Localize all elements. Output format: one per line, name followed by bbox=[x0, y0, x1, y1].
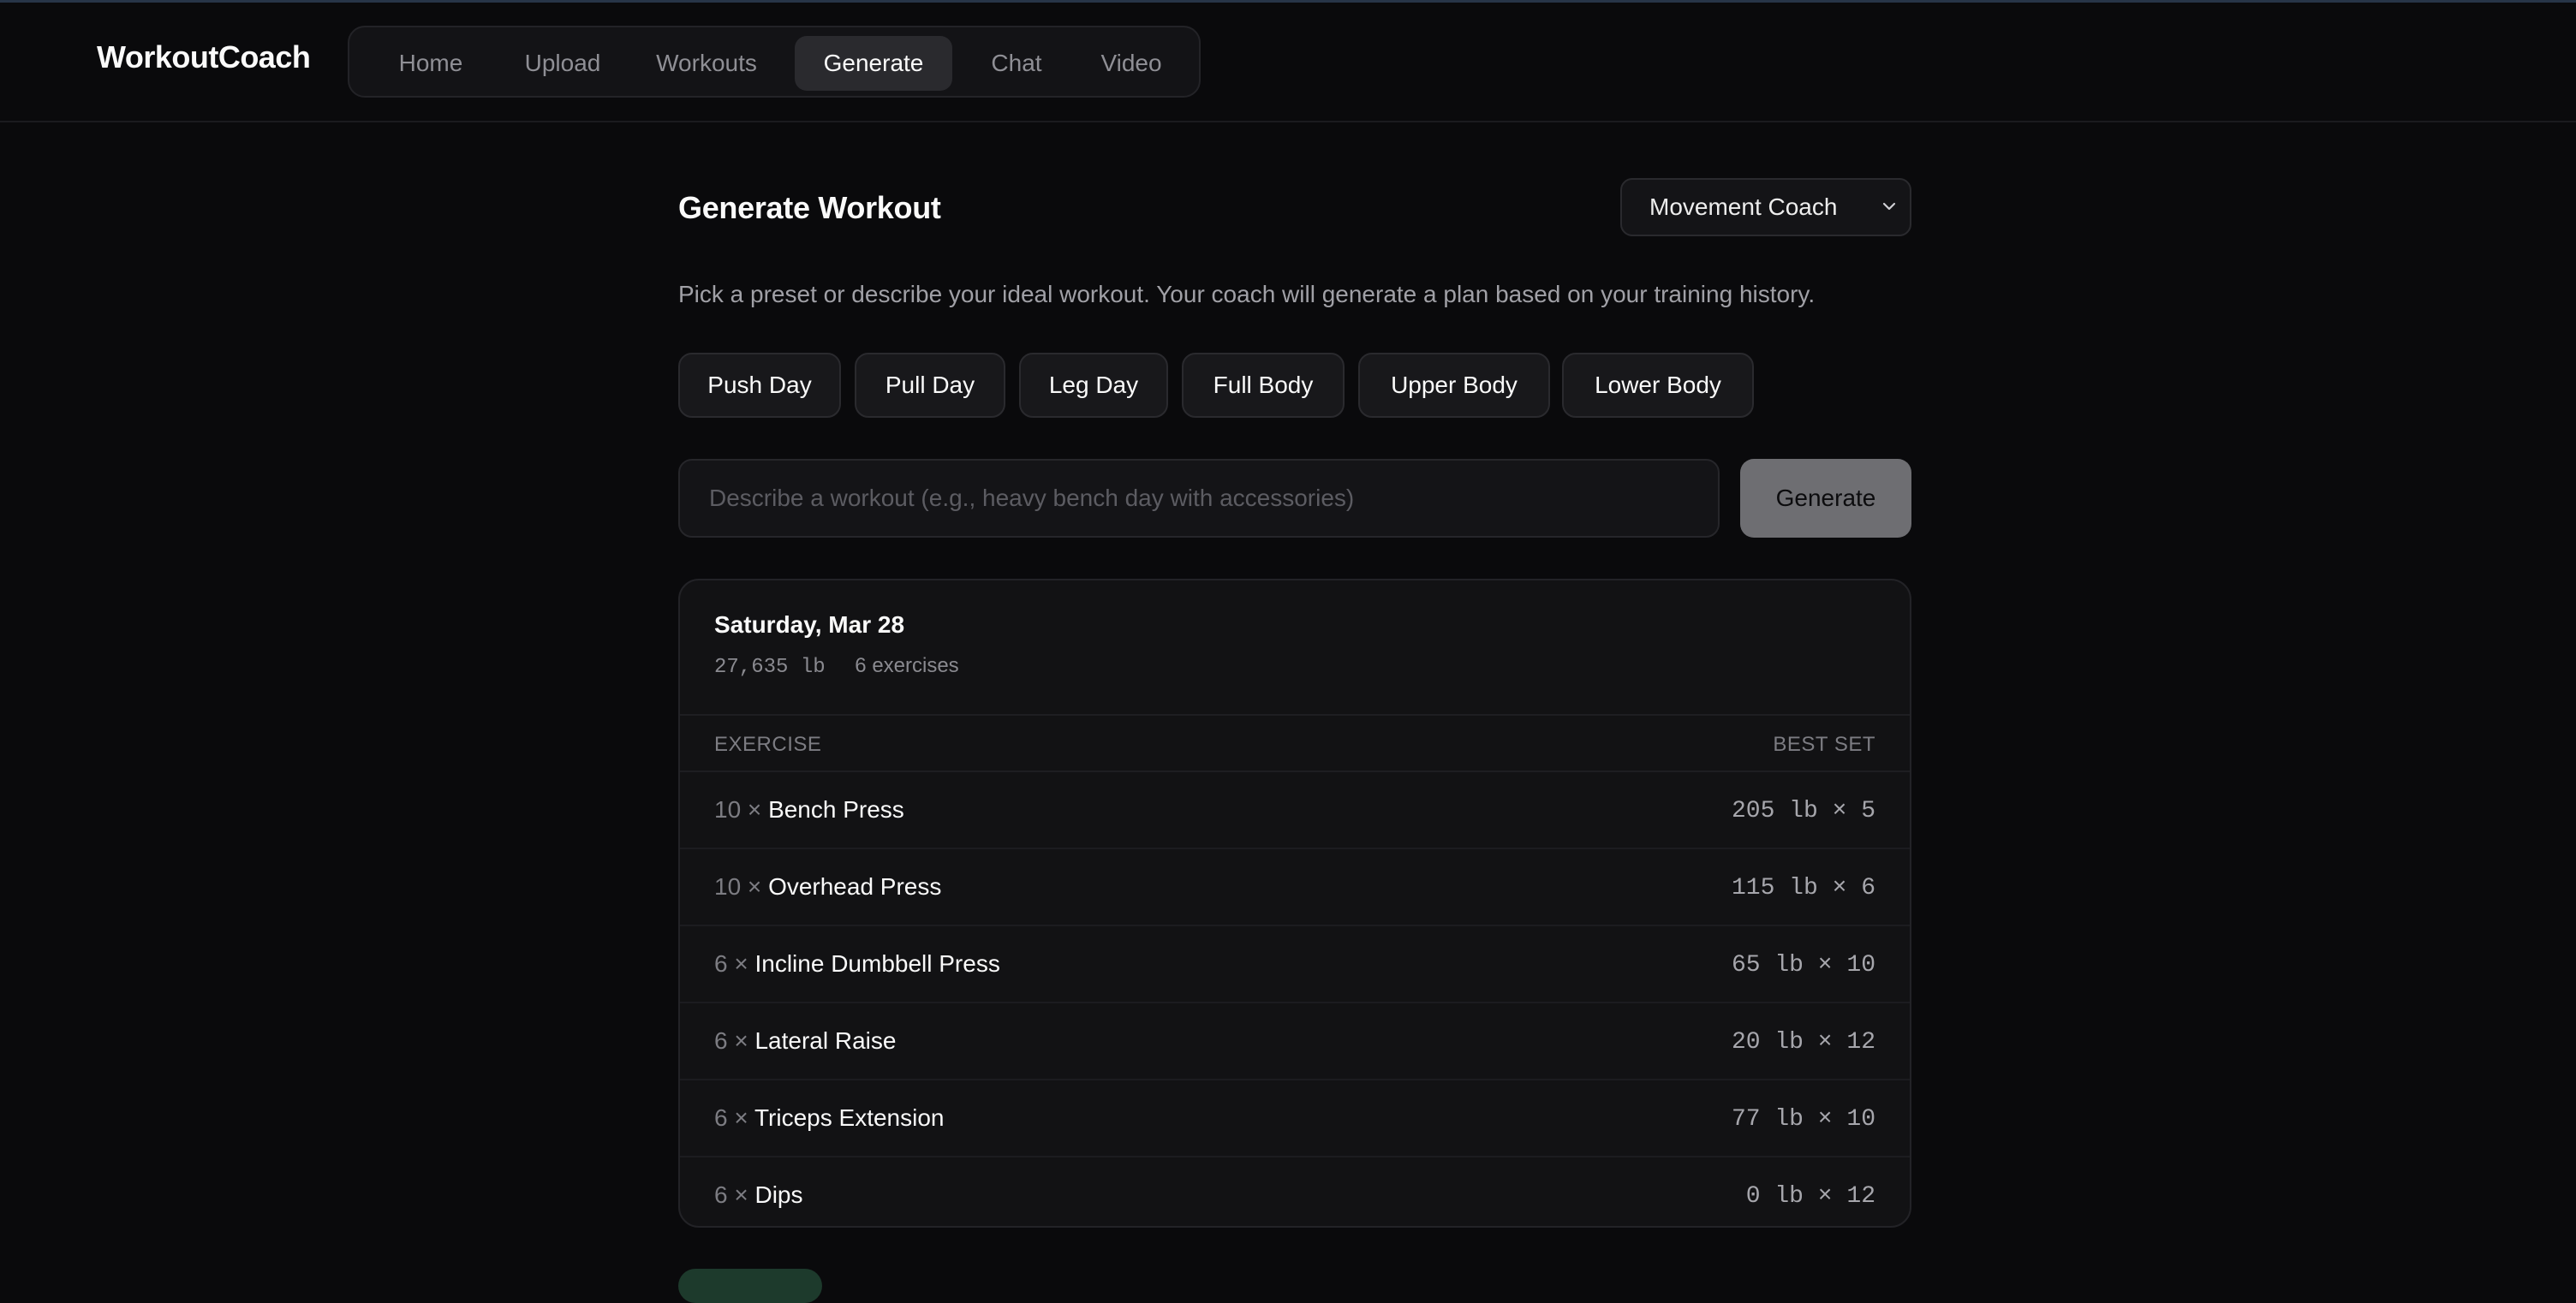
preset-leg-day[interactable]: Leg Day bbox=[1019, 353, 1168, 418]
set-count: 6 × bbox=[714, 1104, 748, 1131]
page-title: Generate Workout bbox=[678, 190, 941, 225]
table-row[interactable]: 6 × Triceps Extension 77 lb × 10 bbox=[680, 1080, 1910, 1157]
nav-item-chat[interactable]: Chat bbox=[963, 36, 1070, 91]
coach-select-value: Movement Coach bbox=[1649, 193, 1838, 220]
table-row[interactable]: 10 × Bench Press 205 lb × 5 bbox=[680, 772, 1910, 849]
exercise-name: Incline Dumbbell Press bbox=[754, 950, 1000, 977]
workout-volume: 27,635 lb bbox=[714, 656, 826, 679]
preset-lower-body[interactable]: Lower Body bbox=[1562, 353, 1754, 418]
workout-description-input[interactable] bbox=[678, 459, 1720, 538]
nav-item-workouts[interactable]: Workouts bbox=[629, 36, 784, 91]
generate-button[interactable]: Generate bbox=[1740, 459, 1911, 538]
chevron-down-icon bbox=[1881, 180, 1898, 256]
nav-item-video[interactable]: Video bbox=[1074, 36, 1189, 91]
workout-exercise-count: 6 exercises bbox=[855, 654, 959, 677]
table-row[interactable]: 6 × Lateral Raise 20 lb × 12 bbox=[680, 1003, 1910, 1080]
best-set: 0 lb × 12 bbox=[1745, 1183, 1875, 1210]
main-nav: Home Upload Workouts Generate Chat Video bbox=[348, 26, 1201, 98]
best-set: 77 lb × 10 bbox=[1731, 1106, 1875, 1133]
set-count: 10 × bbox=[714, 873, 762, 900]
exercise-table-header: EXERCISE BEST SET bbox=[680, 716, 1910, 772]
exercise-name: Lateral Raise bbox=[754, 1027, 897, 1054]
nav-item-home[interactable]: Home bbox=[365, 36, 497, 91]
coach-select[interactable]: Movement Coach bbox=[1620, 178, 1911, 236]
workout-date: Saturday, Mar 28 bbox=[714, 611, 905, 638]
exercise-name: Triceps Extension bbox=[754, 1104, 945, 1131]
column-header-best-set: BEST SET bbox=[1773, 733, 1875, 756]
workout-summary: 27,635 lb 6 exercises bbox=[714, 654, 959, 679]
workout-card: Saturday, Mar 28 27,635 lb 6 exercises E… bbox=[678, 579, 1911, 1228]
set-count: 10 × bbox=[714, 796, 762, 823]
best-set: 20 lb × 12 bbox=[1731, 1029, 1875, 1056]
exercise-name: Bench Press bbox=[768, 796, 904, 823]
exercise-name: Dips bbox=[754, 1181, 803, 1208]
preset-full-body[interactable]: Full Body bbox=[1182, 353, 1345, 418]
nav-item-generate[interactable]: Generate bbox=[795, 36, 952, 91]
page-description: Pick a preset or describe your ideal wor… bbox=[678, 281, 1816, 307]
column-header-exercise: EXERCISE bbox=[714, 733, 822, 756]
set-count: 6 × bbox=[714, 1027, 748, 1054]
best-set: 65 lb × 10 bbox=[1731, 952, 1875, 979]
app-header: WorkoutCoach Home Upload Workouts Genera… bbox=[0, 0, 2576, 122]
set-count: 6 × bbox=[714, 1181, 748, 1208]
set-count: 6 × bbox=[714, 950, 748, 977]
table-row[interactable]: 6 × Incline Dumbbell Press 65 lb × 10 bbox=[680, 926, 1910, 1003]
table-row[interactable]: 10 × Overhead Press 115 lb × 6 bbox=[680, 849, 1910, 926]
action-button-partial[interactable] bbox=[678, 1269, 822, 1303]
workout-card-header: Saturday, Mar 28 27,635 lb 6 exercises bbox=[680, 580, 1910, 716]
nav-item-upload[interactable]: Upload bbox=[497, 36, 629, 91]
brand-logo[interactable]: WorkoutCoach bbox=[97, 39, 311, 75]
preset-pull-day[interactable]: Pull Day bbox=[855, 353, 1005, 418]
best-set: 205 lb × 5 bbox=[1731, 798, 1875, 824]
preset-push-day[interactable]: Push Day bbox=[678, 353, 841, 418]
table-row[interactable]: 6 × Dips 0 lb × 12 bbox=[680, 1157, 1910, 1226]
preset-upper-body[interactable]: Upper Body bbox=[1358, 353, 1550, 418]
best-set: 115 lb × 6 bbox=[1731, 875, 1875, 901]
exercise-name: Overhead Press bbox=[768, 873, 942, 900]
